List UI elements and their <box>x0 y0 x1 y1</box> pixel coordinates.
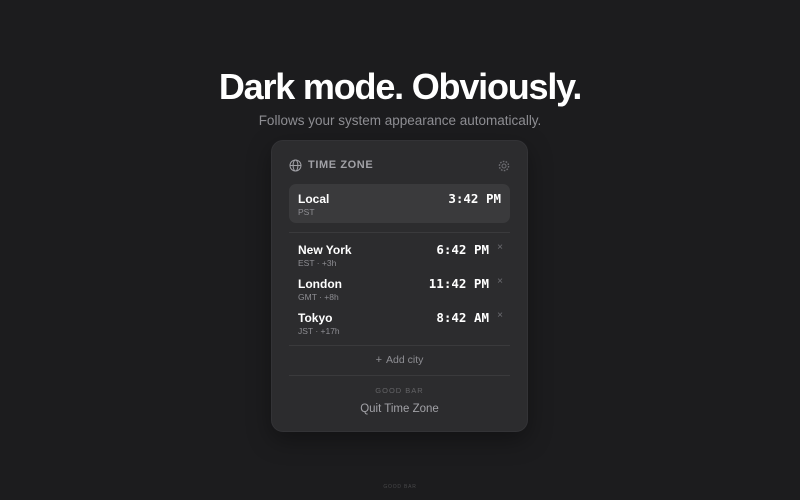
panel-title: TIME ZONE <box>308 159 374 171</box>
remove-city-button[interactable]: × <box>497 310 503 321</box>
divider <box>289 232 510 233</box>
city-name: London <box>298 277 342 291</box>
remove-city-button[interactable]: × <box>497 242 503 253</box>
footer-brand: GOOD BAR <box>383 484 417 490</box>
quit-button[interactable]: Quit Time Zone <box>272 403 527 415</box>
divider <box>289 375 510 376</box>
city-zone: JST · +17h <box>298 326 340 336</box>
city-row-london: London GMT · +8h 11:42 PM × <box>289 275 510 305</box>
time-zone-menu-panel: TIME ZONE Local PST 3:42 PM New York EST… <box>271 140 528 432</box>
globe-icon <box>289 159 302 172</box>
city-time: 6:42 PM <box>436 242 489 257</box>
city-zone: GMT · +8h <box>298 292 339 302</box>
panel-header: TIME ZONE <box>289 156 510 174</box>
brand-label: GOOD BAR <box>375 386 424 395</box>
city-name: New York <box>298 243 352 257</box>
add-city-label: Add city <box>386 354 424 366</box>
page: Dark mode. Obviously. Follows your syste… <box>0 0 800 500</box>
gear-icon[interactable] <box>498 159 510 172</box>
remove-city-button[interactable]: × <box>497 276 503 287</box>
add-city-button[interactable]: + Add city <box>272 354 527 366</box>
local-time-row: Local PST 3:42 PM <box>289 184 510 223</box>
city-row-tokyo: Tokyo JST · +17h 8:42 AM × <box>289 309 510 339</box>
local-city-name: Local <box>298 192 330 206</box>
city-time: 8:42 AM <box>436 310 489 325</box>
city-zone: EST · +3h <box>298 258 337 268</box>
headline: Dark mode. Obviously. <box>218 66 582 107</box>
plus-icon: + <box>375 354 383 366</box>
city-time: 11:42 PM <box>428 276 489 291</box>
divider <box>289 345 510 346</box>
city-name: Tokyo <box>298 311 333 325</box>
city-row-new-york: New York EST · +3h 6:42 PM × <box>289 241 510 271</box>
local-time: 3:42 PM <box>448 191 501 206</box>
subheadline: Follows your system appearance automatic… <box>258 113 542 128</box>
local-zone: PST <box>298 207 315 217</box>
